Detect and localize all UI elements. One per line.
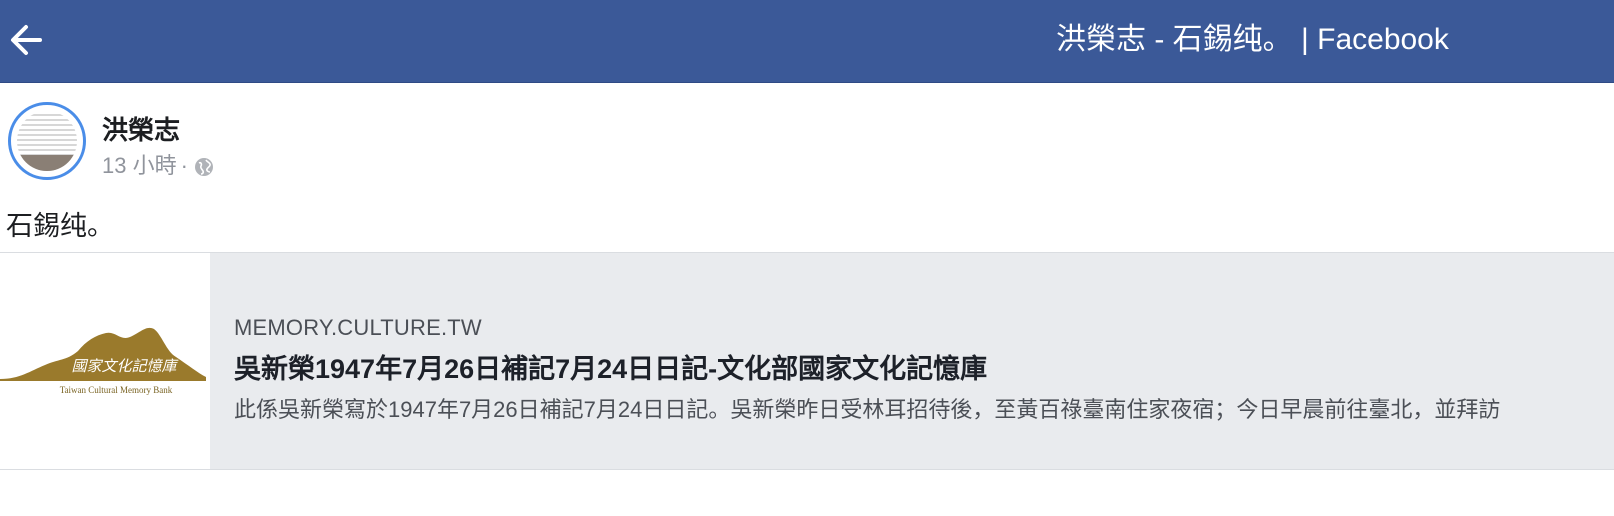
back-button[interactable] bbox=[6, 20, 46, 60]
post-time[interactable]: 13 小時 bbox=[102, 153, 177, 178]
link-domain: MEMORY.CULTURE.TW bbox=[234, 315, 482, 340]
link-description: 此係吳新榮寫於1947年7月26日補記7月24日日記。吳新榮昨日受林耳招待後，至… bbox=[234, 397, 1501, 422]
link-body: MEMORY.CULTURE.TW 吳新榮1947年7月26日補記7月24日日記… bbox=[234, 315, 1614, 424]
mountain-logo-icon: 國家文化記憶庫 Taiwan Cultural Memory Bank bbox=[0, 327, 206, 395]
link-thumbnail: 國家文化記憶庫 Taiwan Cultural Memory Bank bbox=[0, 253, 210, 469]
page-title: 洪榮志 - 石錫纯。 | Facebook bbox=[1056, 23, 1449, 56]
avatar-image bbox=[17, 111, 77, 171]
logo-text-en: Taiwan Cultural Memory Bank bbox=[60, 385, 173, 395]
logo-text-zh: 國家文化記憶庫 bbox=[71, 357, 179, 375]
arrow-left-icon bbox=[11, 25, 42, 55]
avatar[interactable] bbox=[8, 102, 86, 180]
header-bar: 洪榮志 - 石錫纯。 | Facebook bbox=[0, 0, 1614, 83]
post-text: 石錫纯。 bbox=[6, 211, 114, 241]
globe-icon bbox=[194, 158, 213, 176]
meta-separator: · bbox=[180, 153, 188, 178]
link-title[interactable]: 吳新榮1947年7月26日補記7月24日日記-文化部國家文化記憶庫 bbox=[234, 347, 1614, 386]
link-preview-card[interactable]: 國家文化記憶庫 Taiwan Cultural Memory Bank MEMO… bbox=[0, 252, 1614, 470]
post-author[interactable]: 洪榮志 bbox=[102, 110, 180, 147]
post: 洪榮志 13 小時 · 石錫纯。 國家文化記憶庫 Taiwan Cultural … bbox=[0, 82, 1614, 516]
post-meta: 13 小時 · bbox=[102, 148, 214, 180]
